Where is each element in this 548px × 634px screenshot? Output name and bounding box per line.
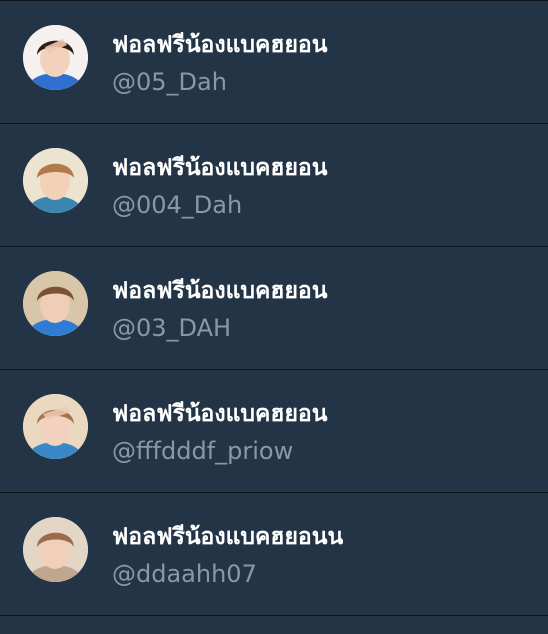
avatar[interactable] [23,517,88,582]
profile-photo-icon [23,148,88,213]
username-handle: @fffdddf_priow [112,437,294,465]
display-name: ฟอลฟรีน้องแบคฮยอน [112,401,328,427]
avatar[interactable] [23,271,88,336]
username-handle: @05_Dah [112,68,227,96]
display-name: ฟอลฟรีน้องแบคฮยอน [112,32,328,58]
account-row[interactable]: ฟอลฟรีน้องแบคฮยอน @03_DAH [0,247,548,370]
avatar[interactable] [23,148,88,213]
profile-photo-icon [23,394,88,459]
profile-photo-icon [23,271,88,336]
username-handle: @ddaahh07 [112,560,257,588]
display-name: ฟอลฟรีน้องแบคฮยอน [112,155,328,181]
profile-photo-icon [23,517,88,582]
avatar[interactable] [23,394,88,459]
username-handle: @004_Dah [112,191,243,219]
account-list: ฟอลฟรีน้องแบคฮยอน @05_Dah ฟอลฟรีน้องแบคฮ… [0,0,548,634]
display-name: ฟอลฟรีน้องแบคฮยอนน [112,524,344,550]
profile-photo-icon [23,25,88,90]
account-row[interactable]: ฟอลฟรีน้องแบคฮยอน @fffdddf_priow [0,370,548,493]
username-handle: @03_DAH [112,314,232,342]
display-name: ฟอลฟรีน้องแบคฮยอน [112,278,328,304]
account-row[interactable]: ฟอลฟรีน้องแบคฮยอน @004_Dah [0,124,548,247]
avatar[interactable] [23,25,88,90]
account-row[interactable]: ฟอลฟรีน้องแบคฮยอน @05_Dah [0,1,548,124]
account-row[interactable]: ฟอลฟรีน้องแบคฮยอนน @ddaahh07 [0,493,548,616]
